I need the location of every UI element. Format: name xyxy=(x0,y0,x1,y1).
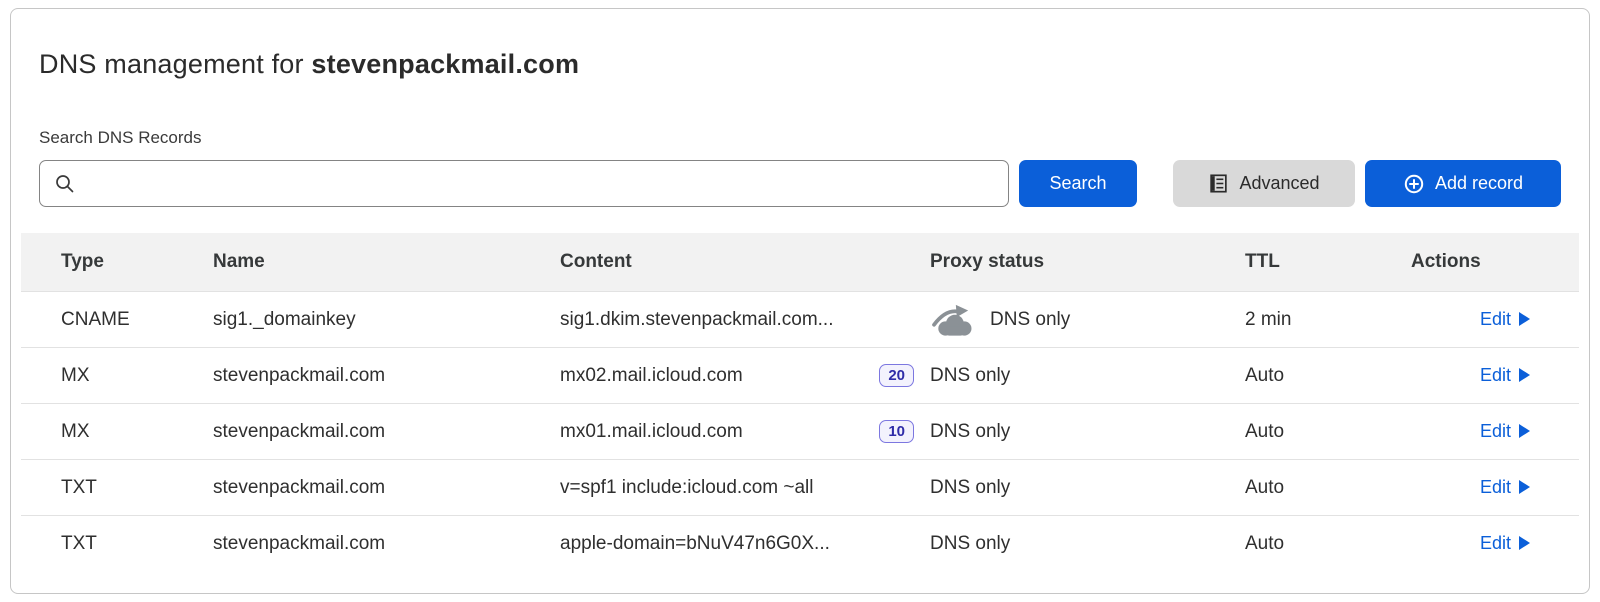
column-header-actions: Actions xyxy=(1411,251,1579,273)
proxy-status-label: DNS only xyxy=(930,365,1010,387)
cell-content: mx02.mail.icloud.com 20 xyxy=(560,364,930,387)
search-icon xyxy=(54,173,75,194)
cell-name: stevenpackmail.com xyxy=(213,477,560,499)
record-content: sig1.dkim.stevenpackmail.com... xyxy=(560,309,834,331)
cell-actions: Edit xyxy=(1411,365,1579,387)
edit-link[interactable]: Edit xyxy=(1480,421,1531,442)
dns-records-table: Type Name Content Proxy status TTL Actio… xyxy=(21,233,1579,571)
right-triangle-icon xyxy=(1518,311,1531,327)
right-triangle-icon xyxy=(1518,367,1531,383)
cell-proxy-status: DNS only xyxy=(930,302,1245,338)
add-record-button[interactable]: Add record xyxy=(1365,160,1561,207)
column-header-ttl: TTL xyxy=(1245,251,1411,273)
table-row: CNAME sig1._domainkey sig1.dkim.stevenpa… xyxy=(21,291,1579,347)
cell-name: stevenpackmail.com xyxy=(213,533,560,555)
proxy-status-label: DNS only xyxy=(930,477,1010,499)
cell-type: TXT xyxy=(21,477,213,499)
proxy-status-label: DNS only xyxy=(990,309,1070,331)
column-header-proxy-status: Proxy status xyxy=(930,251,1245,273)
document-list-icon xyxy=(1208,173,1229,194)
plus-circle-icon xyxy=(1403,173,1425,195)
cell-type: MX xyxy=(21,421,213,443)
cell-proxy-status: DNS only xyxy=(930,533,1245,555)
table-row: MX stevenpackmail.com mx02.mail.icloud.c… xyxy=(21,347,1579,403)
add-record-button-label: Add record xyxy=(1435,173,1523,194)
cell-name: sig1._domainkey xyxy=(213,309,560,331)
dns-management-card: DNS management for stevenpackmail.com Se… xyxy=(10,8,1590,594)
column-header-type: Type xyxy=(21,251,213,273)
edit-link-label: Edit xyxy=(1480,477,1511,498)
cell-content: sig1.dkim.stevenpackmail.com... xyxy=(560,309,930,331)
cell-content: v=spf1 include:icloud.com ~all xyxy=(560,477,930,499)
proxy-status-label: DNS only xyxy=(930,421,1010,443)
page-title: DNS management for stevenpackmail.com xyxy=(39,9,1561,80)
cell-proxy-status: DNS only xyxy=(930,421,1245,443)
proxy-status-label: DNS only xyxy=(930,533,1010,555)
record-content: apple-domain=bNuV47n6G0X... xyxy=(560,533,830,555)
cell-ttl: Auto xyxy=(1245,477,1411,499)
gray-cloud-arrow-icon xyxy=(930,302,976,338)
cell-proxy-status: DNS only xyxy=(930,365,1245,387)
cell-content: apple-domain=bNuV47n6G0X... xyxy=(560,533,930,555)
record-content: mx02.mail.icloud.com xyxy=(560,365,743,387)
cell-ttl: Auto xyxy=(1245,533,1411,555)
table-row: MX stevenpackmail.com mx01.mail.icloud.c… xyxy=(21,403,1579,459)
column-header-content: Content xyxy=(560,251,930,273)
cell-actions: Edit xyxy=(1411,477,1579,499)
cell-ttl: Auto xyxy=(1245,421,1411,443)
priority-badge: 10 xyxy=(879,420,914,443)
cell-type: TXT xyxy=(21,533,213,555)
cell-ttl: 2 min xyxy=(1245,309,1411,331)
cell-type: CNAME xyxy=(21,309,213,331)
right-triangle-icon xyxy=(1518,479,1531,495)
dns-table-body: CNAME sig1._domainkey sig1.dkim.stevenpa… xyxy=(21,291,1579,571)
advanced-button[interactable]: Advanced xyxy=(1173,160,1355,207)
right-triangle-icon xyxy=(1518,535,1531,551)
search-box[interactable] xyxy=(39,160,1009,207)
edit-link-label: Edit xyxy=(1480,309,1511,330)
cell-type: MX xyxy=(21,365,213,387)
edit-link[interactable]: Edit xyxy=(1480,533,1531,554)
search-input[interactable] xyxy=(85,161,994,206)
edit-link-label: Edit xyxy=(1480,421,1511,442)
record-content: v=spf1 include:icloud.com ~all xyxy=(560,477,813,499)
cell-content: mx01.mail.icloud.com 10 xyxy=(560,420,930,443)
cell-name: stevenpackmail.com xyxy=(213,421,560,443)
page-title-prefix: DNS management for xyxy=(39,49,311,79)
search-label: Search DNS Records xyxy=(39,128,1561,148)
edit-link-label: Edit xyxy=(1480,365,1511,386)
cell-ttl: Auto xyxy=(1245,365,1411,387)
cell-actions: Edit xyxy=(1411,533,1579,555)
search-button[interactable]: Search xyxy=(1019,160,1137,207)
cell-proxy-status: DNS only xyxy=(930,477,1245,499)
advanced-button-label: Advanced xyxy=(1239,173,1319,194)
table-header-row: Type Name Content Proxy status TTL Actio… xyxy=(21,233,1579,291)
dns-controls: Search Advanced Add record xyxy=(39,160,1561,207)
priority-badge: 20 xyxy=(879,364,914,387)
edit-link-label: Edit xyxy=(1480,533,1511,554)
record-content: mx01.mail.icloud.com xyxy=(560,421,743,443)
cell-actions: Edit xyxy=(1411,421,1579,443)
right-triangle-icon xyxy=(1518,423,1531,439)
column-header-name: Name xyxy=(213,251,560,273)
table-row: TXT stevenpackmail.com v=spf1 include:ic… xyxy=(21,459,1579,515)
cell-actions: Edit xyxy=(1411,309,1579,331)
edit-link[interactable]: Edit xyxy=(1480,477,1531,498)
edit-link[interactable]: Edit xyxy=(1480,365,1531,386)
cell-name: stevenpackmail.com xyxy=(213,365,560,387)
page-title-domain: stevenpackmail.com xyxy=(311,49,579,79)
edit-link[interactable]: Edit xyxy=(1480,309,1531,330)
table-row: TXT stevenpackmail.com apple-domain=bNuV… xyxy=(21,515,1579,571)
